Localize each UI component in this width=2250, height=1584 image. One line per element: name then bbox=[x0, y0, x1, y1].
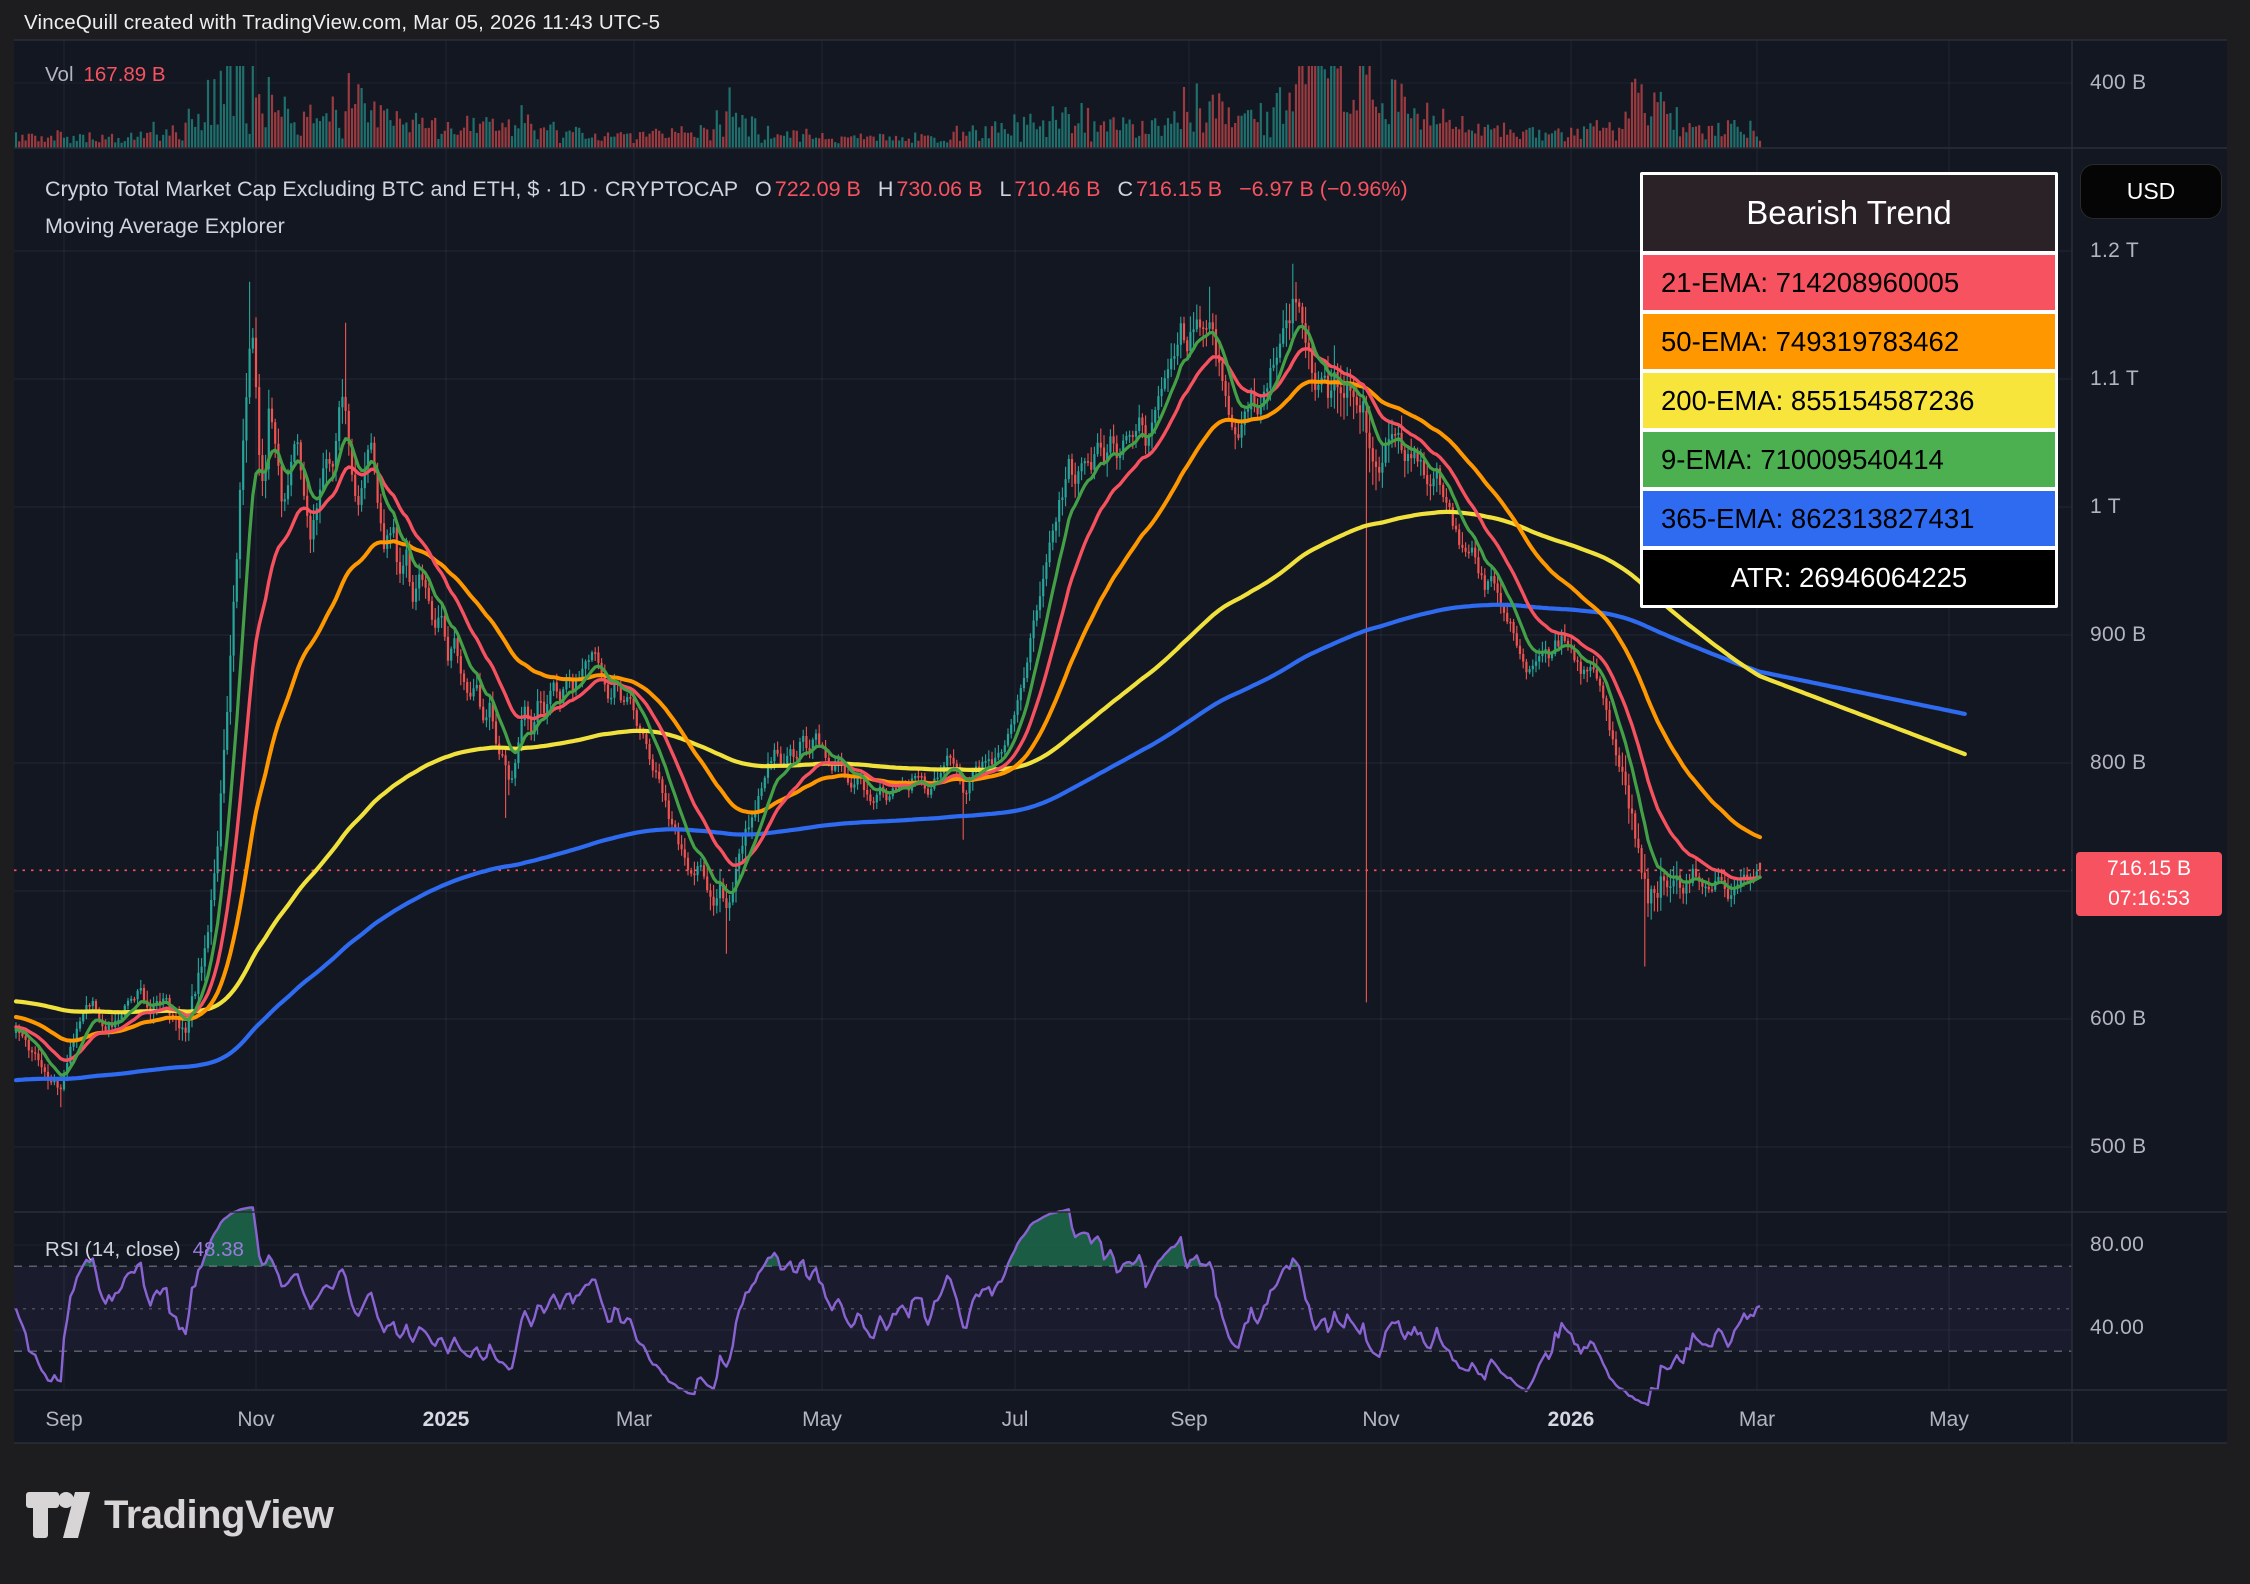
price-axis-label: 80.00 bbox=[2090, 1233, 2144, 1257]
price-axis-label: 600 B bbox=[2090, 1007, 2146, 1031]
price-axis-label: 800 B bbox=[2090, 751, 2146, 775]
time-axis-label: Sep bbox=[45, 1408, 82, 1432]
high-label: H bbox=[878, 177, 894, 202]
ohlc-high: H 730.06 B bbox=[878, 177, 983, 202]
time-axis-label: May bbox=[802, 1408, 842, 1432]
close-label: C bbox=[1118, 177, 1134, 202]
open-label: O bbox=[755, 177, 772, 202]
rsi-label-text: RSI (14, close) bbox=[45, 1238, 181, 1262]
low-value: 710.46 B bbox=[1014, 177, 1100, 202]
price-axis-label: 400 B bbox=[2090, 71, 2146, 95]
time-axis-label: Sep bbox=[1170, 1408, 1207, 1432]
price-axis-label: 500 B bbox=[2090, 1135, 2146, 1159]
time-axis-label: 2025 bbox=[423, 1408, 470, 1432]
price-axis-label: 40.00 bbox=[2090, 1316, 2144, 1340]
price-axis-label: 1 T bbox=[2090, 495, 2121, 519]
time-axis-label: Nov bbox=[237, 1408, 274, 1432]
close-value: 716.15 B bbox=[1136, 177, 1222, 202]
price-axis-label: 1.2 T bbox=[2090, 239, 2139, 263]
tradingview-chart-page: VinceQuill created with TradingView.com,… bbox=[0, 0, 2250, 1584]
trend-legend-title: Bearish Trend bbox=[1643, 175, 2055, 251]
volume-indicator-label: Vol 167.89 B bbox=[45, 63, 166, 87]
price-axis-label: 900 B bbox=[2090, 623, 2146, 647]
bar-countdown: 07:16:53 bbox=[2108, 884, 2190, 914]
ohlc-open: O 722.09 B bbox=[755, 177, 861, 202]
rsi-value: 48.38 bbox=[193, 1238, 244, 1262]
indicator-title: Moving Average Explorer bbox=[45, 214, 285, 239]
currency-toggle-button[interactable]: USD bbox=[2080, 164, 2222, 219]
rsi-indicator-label: RSI (14, close) 48.38 bbox=[45, 1238, 244, 1262]
time-axis-label: Mar bbox=[616, 1408, 652, 1432]
last-price-label: 716.15 B 07:16:53 bbox=[2076, 852, 2222, 916]
low-label: L bbox=[999, 177, 1011, 202]
open-value: 722.09 B bbox=[775, 177, 861, 202]
symbol-header: Crypto Total Market Cap Excluding BTC an… bbox=[45, 177, 1408, 202]
legend-row: 9-EMA: 710009540414 bbox=[1643, 432, 2055, 487]
change-value: −6.97 B (−0.96%) bbox=[1239, 177, 1408, 202]
legend-row: 50-EMA: 749319783462 bbox=[1643, 314, 2055, 369]
legend-row: ATR: 26946064225 bbox=[1643, 550, 2055, 605]
tradingview-logo-icon bbox=[26, 1492, 90, 1538]
symbol-title: Crypto Total Market Cap Excluding BTC an… bbox=[45, 177, 738, 202]
ohlc-low: L 710.46 B bbox=[999, 177, 1100, 202]
trend-legend-box: Bearish Trend 21-EMA: 71420896000550-EMA… bbox=[1640, 172, 2058, 608]
ohlc-close: C 716.15 B bbox=[1118, 177, 1223, 202]
legend-row: 21-EMA: 714208960005 bbox=[1643, 255, 2055, 310]
volume-value: 167.89 B bbox=[84, 63, 166, 87]
last-price-value: 716.15 B bbox=[2107, 854, 2191, 884]
attribution-text: VinceQuill created with TradingView.com,… bbox=[24, 11, 660, 35]
legend-row: 200-EMA: 855154587236 bbox=[1643, 373, 2055, 428]
price-axis-label: 1.1 T bbox=[2090, 367, 2139, 391]
high-value: 730.06 B bbox=[896, 177, 982, 202]
legend-row: 365-EMA: 862313827431 bbox=[1643, 491, 2055, 546]
tradingview-logo: TradingView bbox=[26, 1492, 333, 1538]
time-axis-label: 2026 bbox=[1548, 1408, 1595, 1432]
tradingview-logo-text: TradingView bbox=[104, 1493, 333, 1538]
volume-label: Vol bbox=[45, 63, 74, 87]
time-axis-label: Nov bbox=[1362, 1408, 1399, 1432]
time-axis-label: Jul bbox=[1002, 1408, 1029, 1432]
time-axis-label: May bbox=[1929, 1408, 1969, 1432]
time-axis-label: Mar bbox=[1739, 1408, 1775, 1432]
